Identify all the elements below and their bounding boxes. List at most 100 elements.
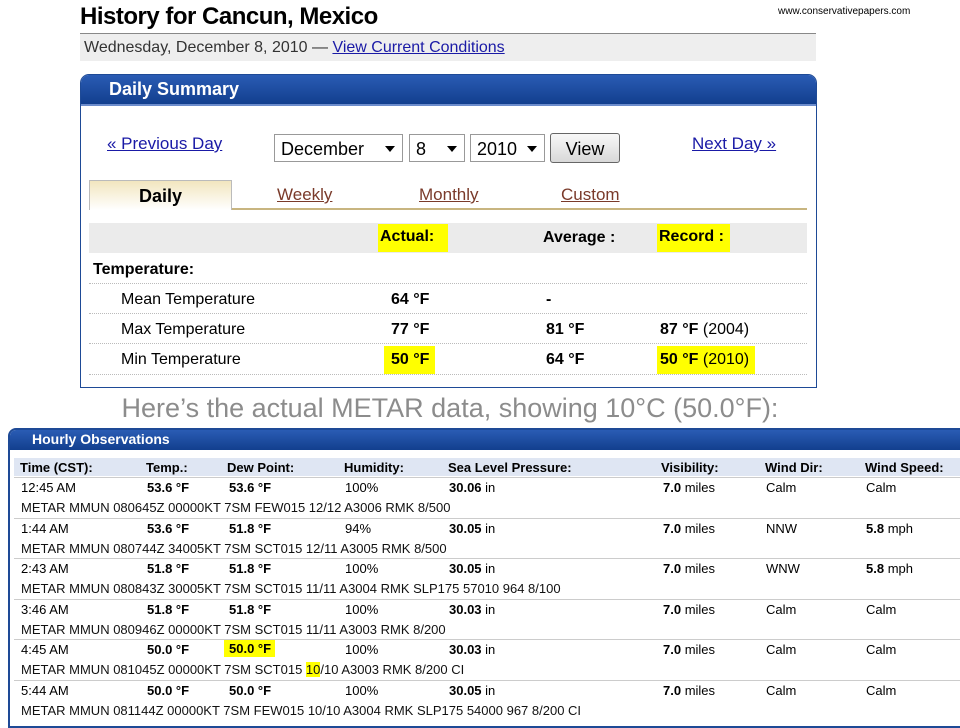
tab-monthly[interactable]: Monthly [419, 185, 479, 205]
row-divider [89, 283, 807, 284]
obs-hum: 100% [345, 561, 379, 576]
next-day-link[interactable]: Next Day » [692, 134, 776, 154]
obs-dir: NNW [766, 520, 798, 536]
metar-highlight: 10 [305, 662, 321, 677]
tab-weekly[interactable]: Weekly [277, 185, 332, 205]
obs-pres: 30.05 in [449, 682, 496, 698]
metar-line: METAR MMUN 080744Z 34005KT 7SM SCT015 12… [21, 540, 447, 556]
obs-temp: 53.6 °F [147, 520, 190, 536]
year-select[interactable]: 2010 [470, 134, 545, 162]
obs-vis: 7.0 miles [663, 480, 716, 495]
th-visibility: Visibility: [661, 460, 719, 475]
column-average: Average : [543, 229, 616, 246]
mean-average: - [546, 291, 552, 308]
obs-temp: 50.0 °F [147, 682, 190, 698]
obs-dew: 50.0 °F [229, 682, 272, 698]
obs-dir: WNW [766, 561, 800, 576]
obs-time: 1:44 AM [21, 520, 69, 536]
metar-line: METAR MMUN 081045Z 00000KT 7SM SCT015 10… [21, 662, 465, 677]
obs-speed: 5.8 mph [866, 520, 913, 536]
obs-time: 5:44 AM [21, 682, 69, 698]
metar-line: METAR MMUN 080946Z 00000KT 7SM SCT015 11… [21, 621, 446, 637]
obs-dew: 50.0 °F [224, 640, 276, 657]
obs-dir: Calm [766, 682, 797, 698]
chevron-down-icon [527, 146, 537, 152]
th-sea-level-pressure: Sea Level Pressure: [448, 460, 572, 475]
column-record: Record : [657, 224, 730, 252]
metar-line: METAR MMUN 081144Z 00000KT 7SM FEW015 10… [21, 702, 582, 718]
date-text: Wednesday, December 8, 2010 — [84, 39, 328, 56]
date-line: Wednesday, December 8, 2010 — View Curre… [84, 39, 505, 57]
obs-pres: 30.05 in [449, 520, 496, 536]
th-wind-dir: Wind Dir: [765, 460, 823, 475]
month-select-value: December [281, 139, 365, 159]
metar-line: METAR MMUN 080645Z 00000KT 7SM FEW015 12… [21, 500, 451, 515]
obs-speed: Calm [866, 480, 897, 495]
day-select[interactable]: 8 [409, 134, 465, 162]
obs-dir: Calm [766, 480, 797, 495]
obs-vis: 7.0 miles [663, 642, 716, 657]
hourly-column-headers: Time (CST): Temp.: Dew Point: Humidity: … [14, 458, 960, 476]
row-divider [14, 558, 960, 559]
row-divider [14, 598, 960, 600]
obs-time: 12:45 AM [21, 480, 76, 495]
obs-speed: Calm [866, 642, 897, 657]
hourly-observations-panel: Hourly Observations Time (CST): Temp.: D… [8, 428, 960, 728]
obs-dew: 51.8 °F [229, 561, 272, 576]
obs-time: 2:43 AM [21, 561, 69, 576]
obs-vis: 7.0 miles [663, 561, 716, 576]
year-select-value: 2010 [477, 139, 518, 159]
obs-speed: Calm [866, 682, 897, 698]
obs-pres: 30.06 in [449, 480, 496, 495]
obs-dir: Calm [766, 601, 797, 617]
row-divider [14, 679, 960, 681]
chevron-down-icon [447, 146, 457, 152]
min-record: 50 °F (2010) [657, 346, 756, 374]
day-select-value: 8 [416, 139, 427, 159]
obs-dir: Calm [766, 642, 797, 657]
obs-vis: 7.0 miles [663, 520, 716, 536]
row-divider [14, 517, 960, 519]
previous-day-link[interactable]: « Previous Day [107, 134, 222, 154]
obs-temp: 51.8 °F [147, 601, 190, 617]
month-select[interactable]: December [274, 134, 403, 162]
summary-column-headers: Actual: Average : Record : [89, 223, 807, 253]
page-title: History for Cancun, Mexico [80, 3, 378, 30]
obs-vis: 7.0 miles [663, 682, 716, 698]
obs-temp: 53.6 °F [147, 480, 190, 495]
row-divider [89, 313, 807, 314]
daily-summary-panel: Daily Summary « Previous Day Next Day » … [80, 74, 817, 388]
daily-summary-title: Daily Summary [109, 79, 240, 99]
obs-dew: 51.8 °F [229, 520, 272, 536]
view-current-conditions-link[interactable]: View Current Conditions [332, 39, 504, 56]
min-average: 64 °F [546, 351, 585, 368]
panel-rule [81, 104, 816, 106]
row-label-mean: Mean Temperature [121, 291, 255, 308]
watermark: www.conservativepapers.com [778, 6, 911, 17]
tab-custom[interactable]: Custom [561, 185, 620, 205]
obs-temp: 51.8 °F [147, 561, 190, 576]
obs-temp: 50.0 °F [147, 642, 190, 657]
obs-pres: 30.03 in [449, 601, 496, 617]
mean-actual: 64 °F [391, 291, 430, 308]
th-temp: Temp.: [146, 460, 188, 475]
chevron-down-icon [385, 146, 395, 152]
row-label-max: Max Temperature [121, 321, 246, 338]
row-divider [14, 639, 960, 640]
obs-speed: Calm [866, 601, 897, 617]
obs-time: 3:46 AM [21, 601, 69, 617]
row-label-min: Min Temperature [121, 351, 241, 368]
row-divider [89, 343, 807, 344]
tab-daily[interactable]: Daily [89, 180, 232, 210]
obs-time: 4:45 AM [21, 642, 69, 657]
slide-caption: Here’s the actual METAR data, showing 10… [121, 393, 779, 423]
max-actual: 77 °F [391, 321, 430, 338]
date-bar: Wednesday, December 8, 2010 — View Curre… [80, 33, 816, 61]
obs-hum: 100% [345, 480, 379, 495]
obs-dew: 53.6 °F [229, 480, 272, 495]
obs-speed: 5.8 mph [866, 561, 913, 576]
column-actual: Actual: [378, 224, 449, 252]
hourly-observations-header: Hourly Observations [10, 430, 960, 450]
view-button[interactable]: View [550, 133, 620, 163]
row-divider [14, 477, 960, 478]
